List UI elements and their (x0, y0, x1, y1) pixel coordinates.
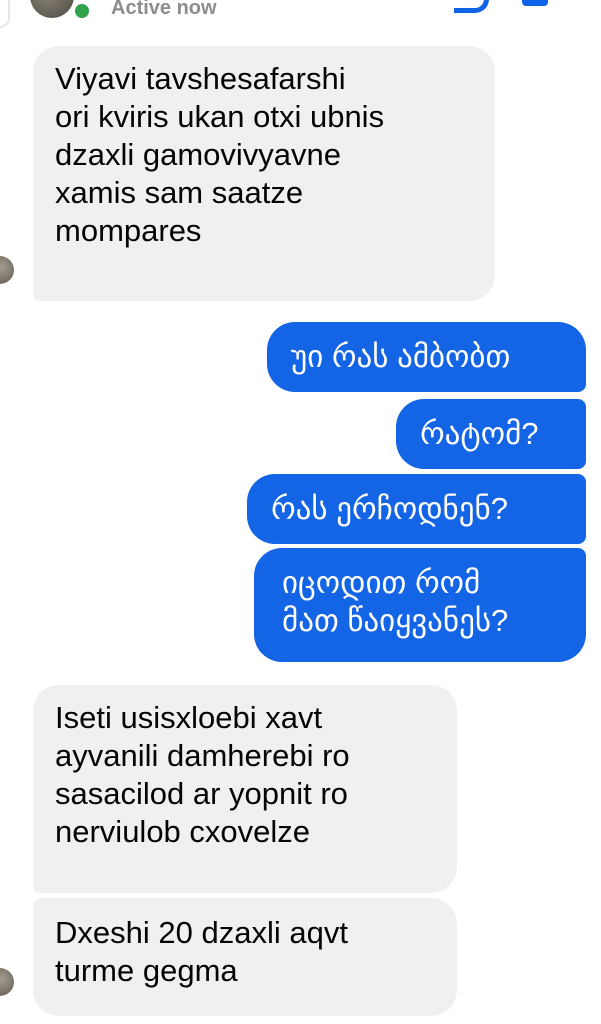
message-bubble-sent[interactable]: რას ერჩოდნენ? (247, 474, 586, 544)
previous-bubble-edge (0, 0, 10, 28)
contact-avatar[interactable] (30, 0, 74, 18)
sender-avatar[interactable] (0, 256, 14, 284)
message-bubble-sent[interactable]: რატომ? (396, 399, 586, 469)
chat-header: Active now (0, 0, 601, 30)
active-status-label: Active now (111, 0, 217, 19)
phone-call-icon[interactable] (454, 0, 489, 13)
message-bubble-received[interactable]: Iseti usisxloebi xavt ayvanili damherebi… (33, 685, 457, 893)
message-bubble-sent[interactable]: უი რას ამბობთ (267, 322, 586, 392)
message-bubble-received[interactable]: Viyavi tavshesafarshi ori kviris ukan ot… (33, 46, 495, 301)
sender-avatar[interactable] (0, 968, 14, 996)
message-bubble-received[interactable]: Dxeshi 20 dzaxli aqvt turme gegma (33, 898, 457, 1016)
message-bubble-sent[interactable]: იცოდით რომ მათ წაიყვანეს? (254, 548, 586, 662)
video-call-icon[interactable] (522, 0, 548, 6)
active-status-dot (72, 1, 92, 21)
